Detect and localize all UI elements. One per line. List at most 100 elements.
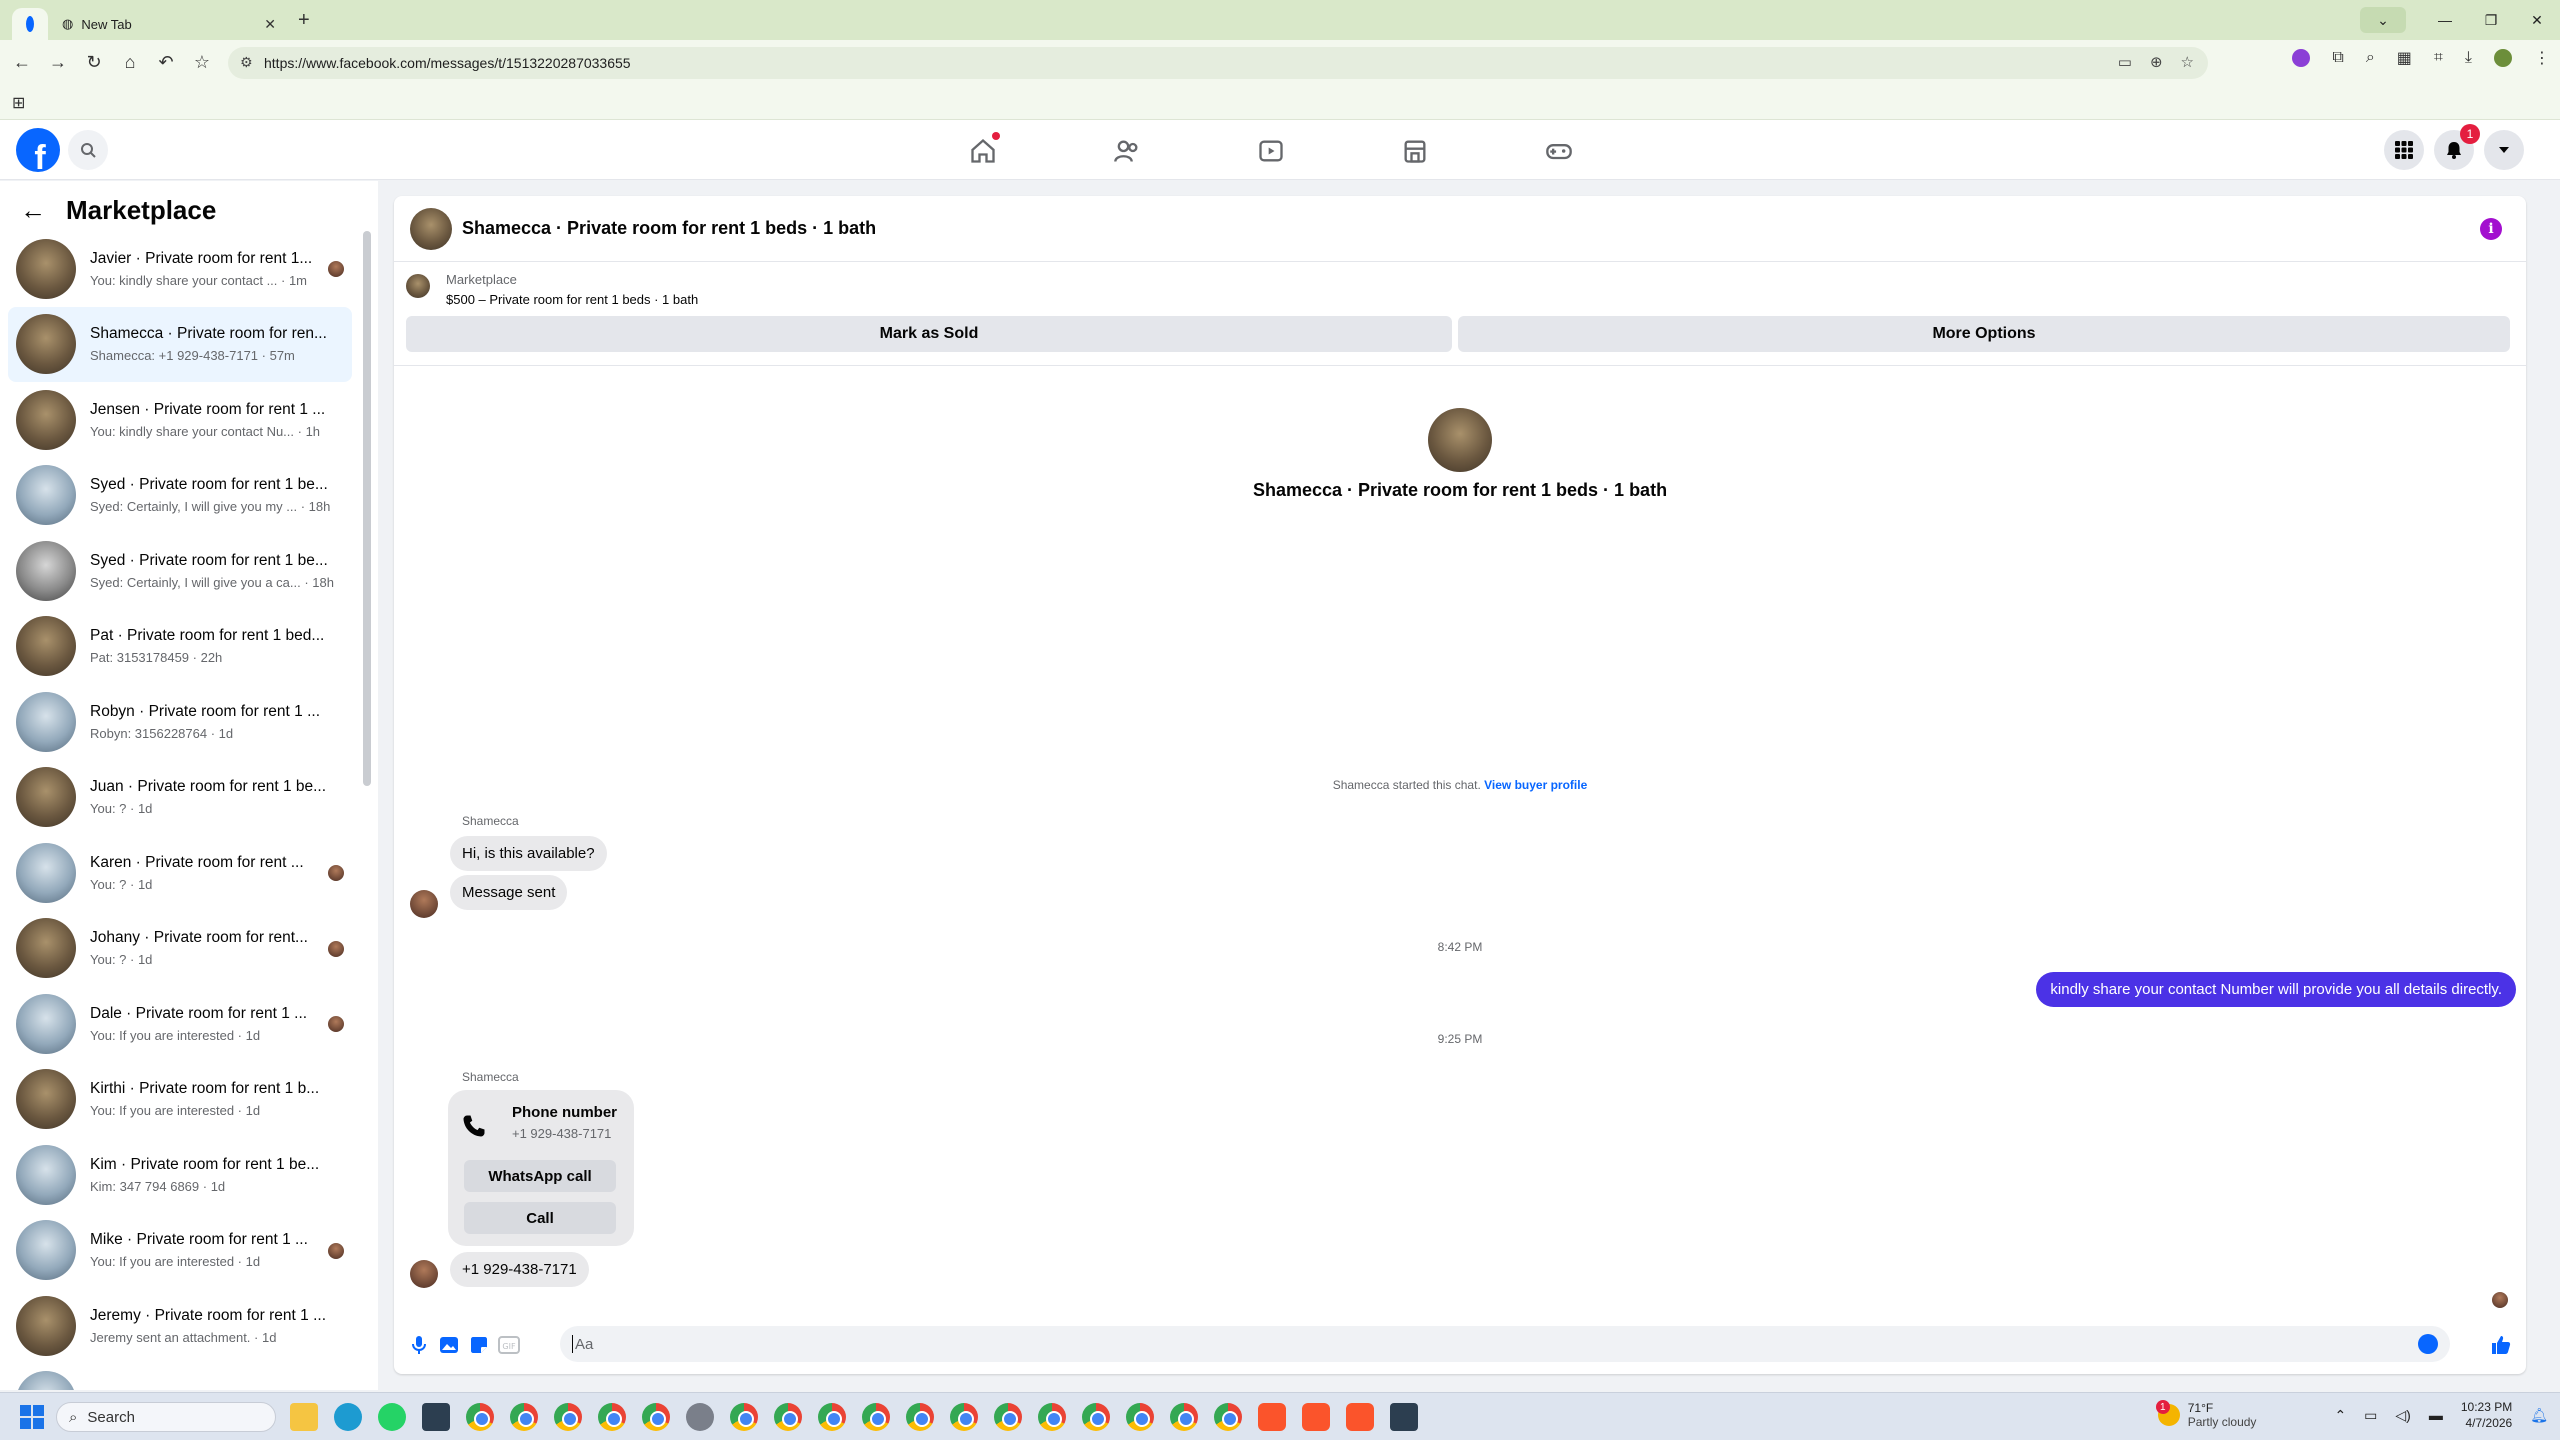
settings-gear-icon[interactable] [686, 1403, 714, 1431]
friends-nav-icon[interactable] [1112, 136, 1142, 166]
notification-center-icon[interactable]: 🔔︎ [2530, 1407, 2548, 1424]
extension-icon[interactable] [2292, 49, 2311, 67]
forward-icon[interactable]: → [40, 52, 76, 73]
info-icon[interactable]: i [2480, 218, 2502, 240]
menu-kebab-icon[interactable]: ⋮ [2534, 48, 2550, 68]
brave-browser-icon[interactable] [1302, 1403, 1330, 1431]
more-options-button[interactable]: More Options [1458, 316, 2510, 352]
weather-widget[interactable]: 1 71°F Partly cloudy [2155, 1400, 2256, 1429]
volume-icon[interactable]: ◁) [2395, 1407, 2410, 1424]
incoming-message[interactable]: Hi, is this available? [450, 836, 607, 871]
reload-icon[interactable]: ↻ [76, 52, 112, 73]
mark-as-sold-button[interactable]: Mark as Sold [406, 316, 1452, 352]
view-buyer-profile-link[interactable]: View buyer profile [1484, 778, 1587, 792]
file-explorer-icon[interactable] [290, 1403, 318, 1431]
conversation-item[interactable]: Kim · Private room for rent 1 be... Kim: … [8, 1137, 352, 1213]
tab-new-tab[interactable]: ◍ New Tab ✕ [48, 8, 288, 40]
chrome-icon[interactable] [730, 1403, 758, 1431]
account-dropdown-button[interactable] [2484, 130, 2524, 170]
emoji-icon[interactable] [2418, 1334, 2438, 1354]
crop-icon[interactable]: ⌗ [2434, 49, 2443, 67]
battery-icon[interactable]: ▬ [2429, 1407, 2443, 1423]
chrome-icon[interactable] [466, 1403, 494, 1431]
chrome-icon[interactable] [994, 1403, 1022, 1431]
brave-browser-icon[interactable] [1346, 1403, 1374, 1431]
chrome-icon[interactable] [906, 1403, 934, 1431]
incoming-message[interactable]: Message sent [450, 875, 568, 910]
chrome-icon[interactable] [1126, 1403, 1154, 1431]
message-input[interactable]: Aa [560, 1326, 2450, 1362]
sender-avatar[interactable] [410, 1260, 438, 1288]
sender-avatar[interactable] [410, 890, 438, 918]
chat-avatar[interactable] [410, 208, 452, 250]
chrome-icon[interactable] [950, 1403, 978, 1431]
home-icon[interactable]: ⌂ [112, 52, 148, 73]
conversation-item[interactable]: Syed · Private room for rent 1 be... Syed… [8, 533, 352, 609]
chrome-icon[interactable] [774, 1403, 802, 1431]
gaming-nav-icon[interactable] [1544, 136, 1574, 166]
site-info-icon[interactable]: ⚙ [240, 54, 253, 71]
windows-start-icon[interactable] [20, 1405, 44, 1429]
chrome-icon[interactable] [510, 1403, 538, 1431]
conversation-item[interactable]: Pat · Private room for rent 1 bed... Pat:… [8, 609, 352, 685]
sidebar-scrollbar[interactable] [362, 231, 372, 1390]
incoming-message[interactable]: +1 929-438-7171 [450, 1252, 589, 1287]
conversation-item[interactable]: Jeremy · Private room for rent 1 ... Jere… [8, 1288, 352, 1364]
menu-grid-icon[interactable] [2384, 130, 2424, 170]
conversation-item[interactable]: Robyn · Private room for rent 1 ... Robyn… [8, 684, 352, 760]
sticker-icon[interactable] [468, 1334, 490, 1356]
chevron-up-icon[interactable]: ⌃ [2334, 1407, 2346, 1424]
whatsapp-call-button[interactable]: WhatsApp call [464, 1160, 616, 1192]
tab-search-icon[interactable]: ⌄ [2360, 7, 2406, 33]
photo-icon[interactable] [438, 1334, 460, 1356]
back-icon[interactable]: ← [4, 52, 40, 73]
listing-thumbnail[interactable] [406, 274, 430, 298]
url-text[interactable]: https://www.facebook.com/messages/t/1513… [264, 55, 631, 71]
chat-title[interactable]: Shamecca · Private room for rent 1 beds … [462, 218, 876, 239]
brave-browser-icon[interactable] [1258, 1403, 1286, 1431]
chrome-icon[interactable] [642, 1403, 670, 1431]
conversation-item[interactable]: Karen · Private room for rent ... You: ? … [8, 835, 352, 911]
listing-description[interactable]: $500 – Private room for rent 1 beds · 1 … [446, 292, 698, 307]
intro-avatar[interactable] [1428, 408, 1492, 472]
conversation-item[interactable]: Shamecca · Private room for ren... Shamec… [8, 306, 352, 382]
search-icon[interactable]: ⌕ [2366, 49, 2375, 67]
download-icon[interactable]: ⤓ [2465, 49, 2472, 67]
star-icon[interactable]: ☆ [184, 52, 220, 73]
whatsapp-icon[interactable] [378, 1403, 406, 1431]
outgoing-message[interactable]: kindly share your contact Number will pr… [2036, 972, 2516, 1007]
notifications-bell-icon[interactable]: 1 [2434, 124, 2480, 170]
home-nav-icon[interactable] [968, 132, 1000, 166]
scrollbar-thumb[interactable] [363, 231, 371, 786]
video-nav-icon[interactable] [1256, 136, 1286, 166]
chrome-icon[interactable] [1214, 1403, 1242, 1431]
chrome-icon[interactable] [1170, 1403, 1198, 1431]
chrome-icon[interactable] [818, 1403, 846, 1431]
conversation-item[interactable]: Kirthi · Private room for rent 1 b... You… [8, 1062, 352, 1138]
minimize-button[interactable]: — [2422, 12, 2468, 28]
conversation-item[interactable]: Dale · Private room for rent 1 ... You: I… [8, 986, 352, 1062]
gif-icon[interactable]: GIF [498, 1334, 520, 1356]
conversation-item[interactable]: Syed · Private room for rent 1 be... Syed… [8, 458, 352, 534]
bookmark-star-icon[interactable]: ☆ [2181, 53, 2194, 71]
close-window-button[interactable]: ✕ [2514, 12, 2560, 29]
system-clock[interactable]: 10:23 PM 4/7/2026 [2461, 1399, 2512, 1431]
facebook-logo-icon[interactable]: f [16, 128, 60, 172]
profile-avatar[interactable] [2494, 49, 2512, 67]
conversation-item[interactable]: Juan · Private room for rent 1 be... You:… [8, 760, 352, 836]
taskbar-search[interactable]: ⌕ Search [56, 1402, 276, 1432]
marketplace-nav-icon[interactable] [1400, 136, 1430, 166]
chrome-icon[interactable] [862, 1403, 890, 1431]
microphone-icon[interactable] [408, 1334, 430, 1356]
like-thumb-icon[interactable] [2490, 1334, 2512, 1356]
snipping-tool-icon[interactable] [1390, 1403, 1418, 1431]
restore-button[interactable]: ❐ [2468, 12, 2514, 29]
apps-grid-icon[interactable]: ⊞ [12, 93, 25, 113]
calculator-icon[interactable] [422, 1403, 450, 1431]
network-icon[interactable]: ▭ [2364, 1407, 2377, 1424]
conversation-item[interactable]: Johany · Private room for rent... You: ? … [8, 911, 352, 987]
back-arrow-icon[interactable]: ← [20, 195, 46, 226]
chrome-icon[interactable] [1082, 1403, 1110, 1431]
puzzle-icon[interactable]: ⧉ [2332, 49, 2343, 67]
undo-icon[interactable]: ↶ [148, 52, 184, 73]
